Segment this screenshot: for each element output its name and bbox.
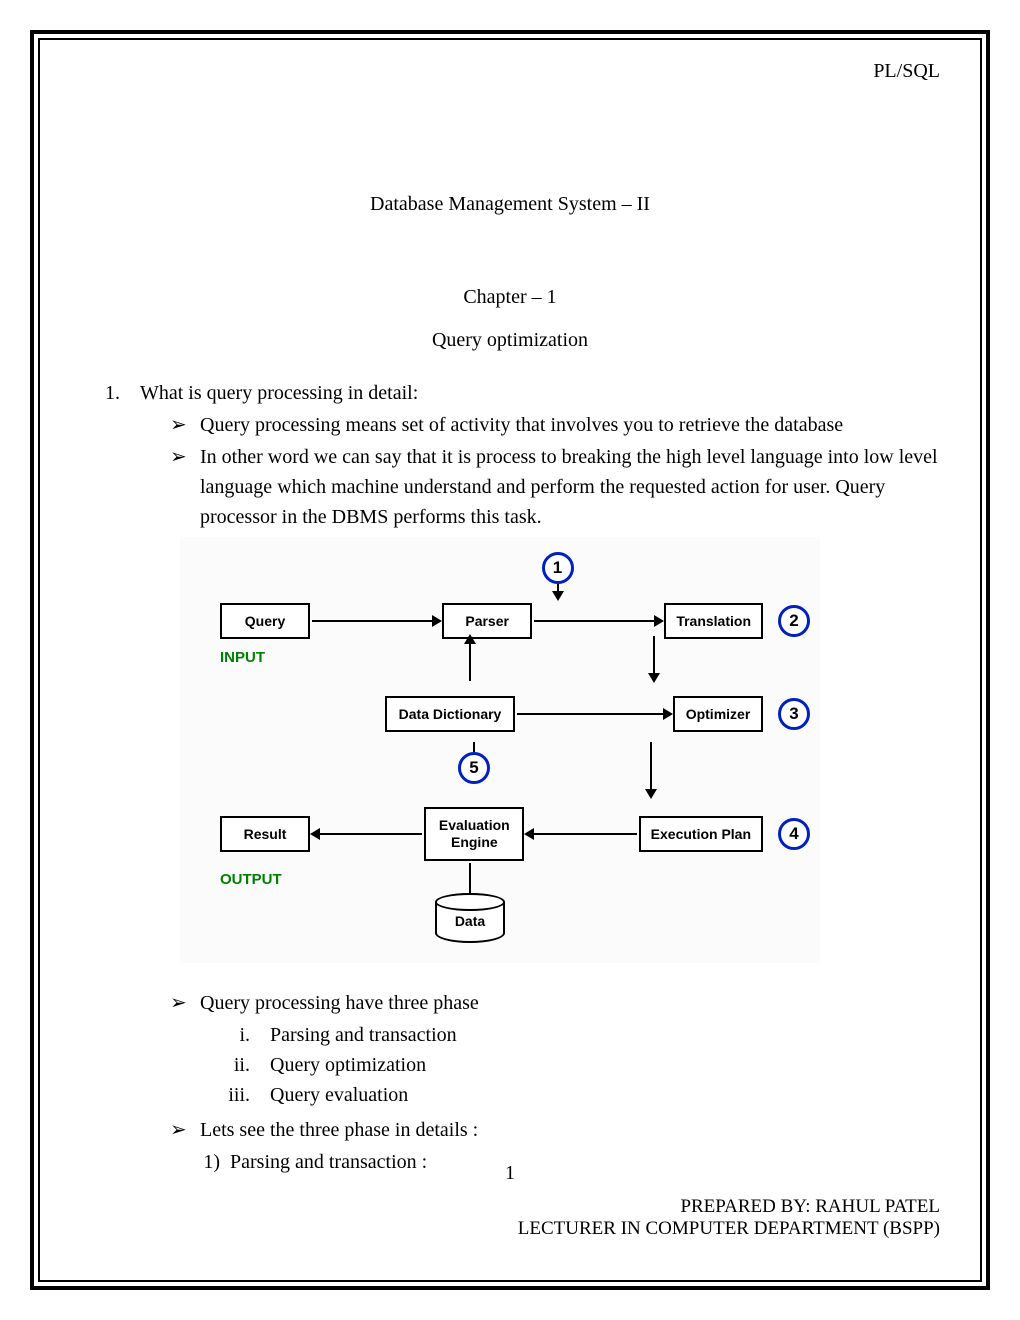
diagram-row: Query Parser Translation 2 — [190, 603, 810, 639]
list-item: i. Parsing and transaction — [210, 1020, 940, 1050]
bullet-icon: ➢ — [170, 1115, 200, 1145]
subtitle: Query optimization — [80, 329, 940, 352]
bullet-list-after: ➢ Lets see the three phase in details : — [170, 1115, 940, 1145]
question-number: 1. — [80, 382, 140, 405]
arrow-right-icon — [534, 620, 662, 622]
arrow-right-icon — [312, 620, 440, 622]
page-inner-border: PL/SQL Database Management System – II C… — [38, 38, 982, 1282]
bullet-icon: ➢ — [170, 442, 200, 532]
roman-list: i. Parsing and transaction ii. Query opt… — [210, 1020, 940, 1110]
footer-line-1: PREPARED BY: RAHUL PATEL — [518, 1196, 940, 1218]
data-cylinder-icon: Data — [435, 893, 505, 943]
page-outer-border: PL/SQL Database Management System – II C… — [30, 30, 990, 1290]
bullet-list-top: ➢ Query processing means set of activity… — [170, 410, 940, 532]
roman-text: Parsing and transaction — [270, 1020, 457, 1050]
doc-title: Database Management System – II — [80, 193, 940, 216]
box-label: EvaluationEngine — [436, 817, 512, 851]
bullet-icon: ➢ — [170, 988, 200, 1018]
list-item: iii. Query evaluation — [210, 1080, 940, 1110]
bullet-text: Query processing means set of activity t… — [200, 410, 940, 440]
box-data-dictionary: Data Dictionary — [385, 696, 515, 732]
page-number: 1 — [40, 1162, 980, 1185]
list-item: ii. Query optimization — [210, 1050, 940, 1080]
data-label: Data — [455, 913, 485, 929]
box-result: Result — [220, 816, 310, 852]
arrow-right-icon — [517, 713, 671, 715]
bullet-icon: ➢ — [170, 410, 200, 440]
roman-text: Query optimization — [270, 1050, 426, 1080]
bullet-list-bottom: ➢ Query processing have three phase — [170, 988, 940, 1018]
bullet-item: ➢ Query processing means set of activity… — [170, 410, 940, 440]
roman-number: ii. — [210, 1050, 270, 1080]
arrow-left-icon — [526, 833, 636, 835]
diagram-container: 1 Query Parser Translation 2 INPUT — [180, 537, 940, 963]
bullet-item: ➢ Lets see the three phase in details : — [170, 1115, 940, 1145]
bullet-text: Query processing have three phase — [200, 988, 940, 1018]
box-execution-plan: Execution Plan — [639, 816, 763, 852]
bullet-text: In other word we can say that it is proc… — [200, 442, 940, 532]
step-circle-1: 1 — [542, 552, 574, 584]
line-icon — [469, 863, 471, 893]
question-line: 1. What is query processing in detail: — [80, 382, 940, 405]
arrow-left-icon — [312, 833, 422, 835]
roman-number: iii. — [210, 1080, 270, 1110]
question-text: What is query processing in detail: — [140, 382, 418, 405]
diagram-row: Result EvaluationEngine Execution Plan 4 — [190, 807, 810, 861]
footer-line-2: LECTURER IN COMPUTER DEPARTMENT (BSPP) — [518, 1218, 940, 1240]
header-label: PL/SQL — [80, 60, 940, 83]
bullet-item: ➢ Query processing have three phase — [170, 988, 940, 1018]
box-parser: Parser — [442, 603, 532, 639]
box-optimizer: Optimizer — [673, 696, 763, 732]
step-circle-3: 3 — [778, 698, 810, 730]
query-processing-diagram: 1 Query Parser Translation 2 INPUT — [180, 537, 820, 963]
step-circle-2: 2 — [778, 605, 810, 637]
box-query: Query — [220, 603, 310, 639]
roman-text: Query evaluation — [270, 1080, 408, 1110]
step-circle-5: 5 — [458, 752, 490, 784]
box-evaluation-engine: EvaluationEngine — [424, 807, 524, 861]
chapter-label: Chapter – 1 — [80, 286, 940, 309]
arrow-down-icon — [650, 742, 652, 797]
arrow-down-icon — [557, 584, 559, 599]
arrow-down-icon — [653, 636, 655, 681]
box-translation: Translation — [664, 603, 763, 639]
footer: PREPARED BY: RAHUL PATEL LECTURER IN COM… — [518, 1196, 940, 1240]
step-circle-4: 4 — [778, 818, 810, 850]
line-icon — [473, 742, 475, 752]
bullet-text: Lets see the three phase in details : — [200, 1115, 940, 1145]
bullet-item: ➢ In other word we can say that it is pr… — [170, 442, 940, 532]
diagram-row: Data Dictionary Optimizer 3 — [190, 696, 810, 732]
arrow-up-icon — [469, 636, 471, 681]
roman-number: i. — [210, 1020, 270, 1050]
